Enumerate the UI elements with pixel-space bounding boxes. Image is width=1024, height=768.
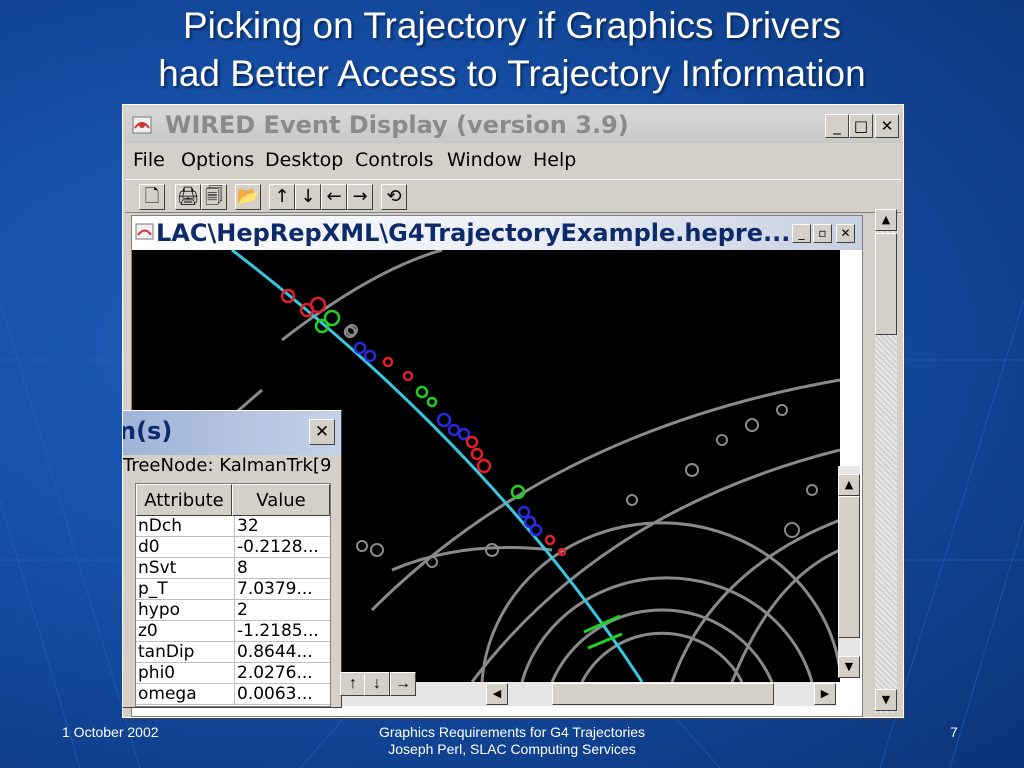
toolbar: 🗋 🖨 🗐 📂 ↑ ↓ ← → ⟲ — [125, 179, 901, 213]
menu-help[interactable]: Help — [533, 149, 576, 171]
table-row[interactable]: hypo 2 — [136, 600, 330, 621]
vertical-scroll-thumb[interactable] — [838, 496, 860, 638]
value-cell: 2 — [234, 600, 331, 620]
attr-cell: p_T — [138, 579, 168, 599]
pick-info-popup: n(s) ✕ TreeNode: KalmanTrk[9 Attribute V… — [122, 410, 342, 708]
value-cell: 32 — [234, 516, 331, 536]
slide-title-line2: had Better Access to Trajectory Informat… — [158, 53, 866, 94]
value-cell: -1.2185... — [234, 621, 331, 641]
footer-line1: Graphics Requirements for G4 Trajectorie… — [378, 724, 646, 740]
app-icon — [132, 116, 152, 134]
popup-close-button[interactable]: ✕ — [309, 419, 335, 445]
close-button[interactable]: ✕ — [875, 114, 899, 138]
table-row[interactable]: tanDip 0.8644... — [136, 642, 330, 663]
nav-right-icon[interactable]: → — [390, 672, 416, 696]
desktop-vertical-scrollbar[interactable]: ▲ ▼ — [875, 209, 897, 713]
menu-controls[interactable]: Controls — [355, 149, 434, 171]
inner-minimize-button[interactable]: _ — [792, 224, 811, 243]
inner-titlebar[interactable]: LAC\HepRepXML\G4TrajectoryExample.hepre.… — [132, 216, 862, 250]
print-icon[interactable]: 🖨 — [175, 184, 201, 210]
desktop-scroll-thumb[interactable] — [875, 233, 897, 335]
attr-cell: phi0 — [138, 663, 176, 683]
value-cell: 0.0063... — [234, 684, 331, 704]
scroll-down-icon[interactable]: ▼ — [838, 656, 860, 678]
menu-desktop[interactable]: Desktop — [265, 149, 343, 171]
nav-up-icon[interactable]: ↑ — [340, 672, 366, 696]
popup-title: n(s) — [122, 417, 173, 445]
value-cell: 2.0276... — [234, 663, 331, 683]
table-row[interactable]: phi0 2.0276... — [136, 663, 330, 684]
header-attribute[interactable]: Attribute — [136, 484, 232, 516]
attr-cell: tanDip — [138, 642, 195, 662]
open-folder-icon[interactable]: 📂 — [235, 184, 261, 210]
tree-view-icon[interactable]: 🗐 — [201, 184, 227, 210]
value-cell: 8 — [234, 558, 331, 578]
attr-cell: nDch — [138, 516, 182, 536]
arrow-right-icon[interactable]: → — [347, 184, 373, 210]
menu-file[interactable]: File — [133, 149, 165, 171]
inner-window-title: LAC\HepRepXML\G4TrajectoryExample.hepre.… — [156, 219, 791, 247]
menu-window[interactable]: Window — [447, 149, 522, 171]
desktop-scroll-up-icon[interactable]: ▲ — [875, 209, 897, 231]
new-document-icon[interactable]: 🗋 — [139, 184, 165, 210]
slide-title-line1: Picking on Trajectory if Graphics Driver… — [183, 5, 841, 46]
canvas-vertical-scrollbar[interactable]: ▲ ▼ — [838, 466, 860, 678]
attr-cell: omega — [138, 684, 197, 704]
app-title: WIRED Event Display (version 3.9) — [165, 111, 629, 139]
inner-restore-button[interactable]: ▫ — [813, 224, 832, 243]
value-cell: 0.8644... — [234, 642, 331, 662]
attribute-table: Attribute Value nDch 32 d0 -0.2128... nSvt… — [135, 483, 331, 707]
table-row[interactable]: p_T 7.0379... — [136, 579, 330, 600]
minimize-button[interactable]: _ — [825, 114, 849, 138]
value-cell: -0.2128... — [234, 537, 331, 557]
maximize-button[interactable]: □ — [849, 114, 873, 138]
popup-titlebar[interactable]: n(s) ✕ — [123, 411, 341, 455]
header-value[interactable]: Value — [232, 484, 330, 516]
table-row[interactable]: omega 0.0063... — [136, 684, 330, 705]
scroll-up-icon[interactable]: ▲ — [838, 474, 860, 496]
menu-options[interactable]: Options — [181, 149, 254, 171]
arrow-left-icon[interactable]: ← — [321, 184, 347, 210]
table-row[interactable]: z0 -1.2185... — [136, 621, 330, 642]
footer-line2: Joseph Perl, SLAC Computing Services — [388, 741, 636, 757]
footer-center: Graphics Requirements for G4 Trajectorie… — [300, 724, 724, 758]
value-cell: 7.0379... — [234, 579, 331, 599]
table-row[interactable]: nSvt 8 — [136, 558, 330, 579]
attr-cell: nSvt — [138, 558, 177, 578]
arrow-up-icon[interactable]: ↑ — [269, 184, 295, 210]
attr-cell: z0 — [138, 621, 158, 641]
arrow-down-icon[interactable]: ↓ — [295, 184, 321, 210]
tree-node-label: TreeNode: KalmanTrk[9 — [123, 455, 332, 476]
attr-cell: d0 — [138, 537, 160, 557]
rotate-icon[interactable]: ⟲ — [381, 184, 407, 210]
attr-cell: hypo — [138, 600, 181, 620]
footer-date: 1 October 2002 — [62, 724, 159, 740]
menu-bar: File Options Desktop Controls Window Hel… — [125, 145, 901, 175]
table-row[interactable]: d0 -0.2128... — [136, 537, 330, 558]
desktop-scroll-down-icon[interactable]: ▼ — [875, 689, 897, 711]
scroll-left-icon[interactable]: ◀ — [486, 683, 508, 705]
inner-close-button[interactable]: ✕ — [836, 224, 855, 243]
scroll-right-icon[interactable]: ▶ — [814, 683, 836, 705]
document-icon — [135, 223, 154, 240]
app-titlebar[interactable]: WIRED Event Display (version 3.9) _ □ ✕ — [125, 107, 901, 143]
table-row[interactable]: nDch 32 — [136, 516, 330, 537]
nav-down-icon[interactable]: ↓ — [364, 672, 390, 696]
horizontal-scroll-thumb[interactable] — [552, 683, 774, 705]
page-number: 7 — [950, 724, 958, 740]
